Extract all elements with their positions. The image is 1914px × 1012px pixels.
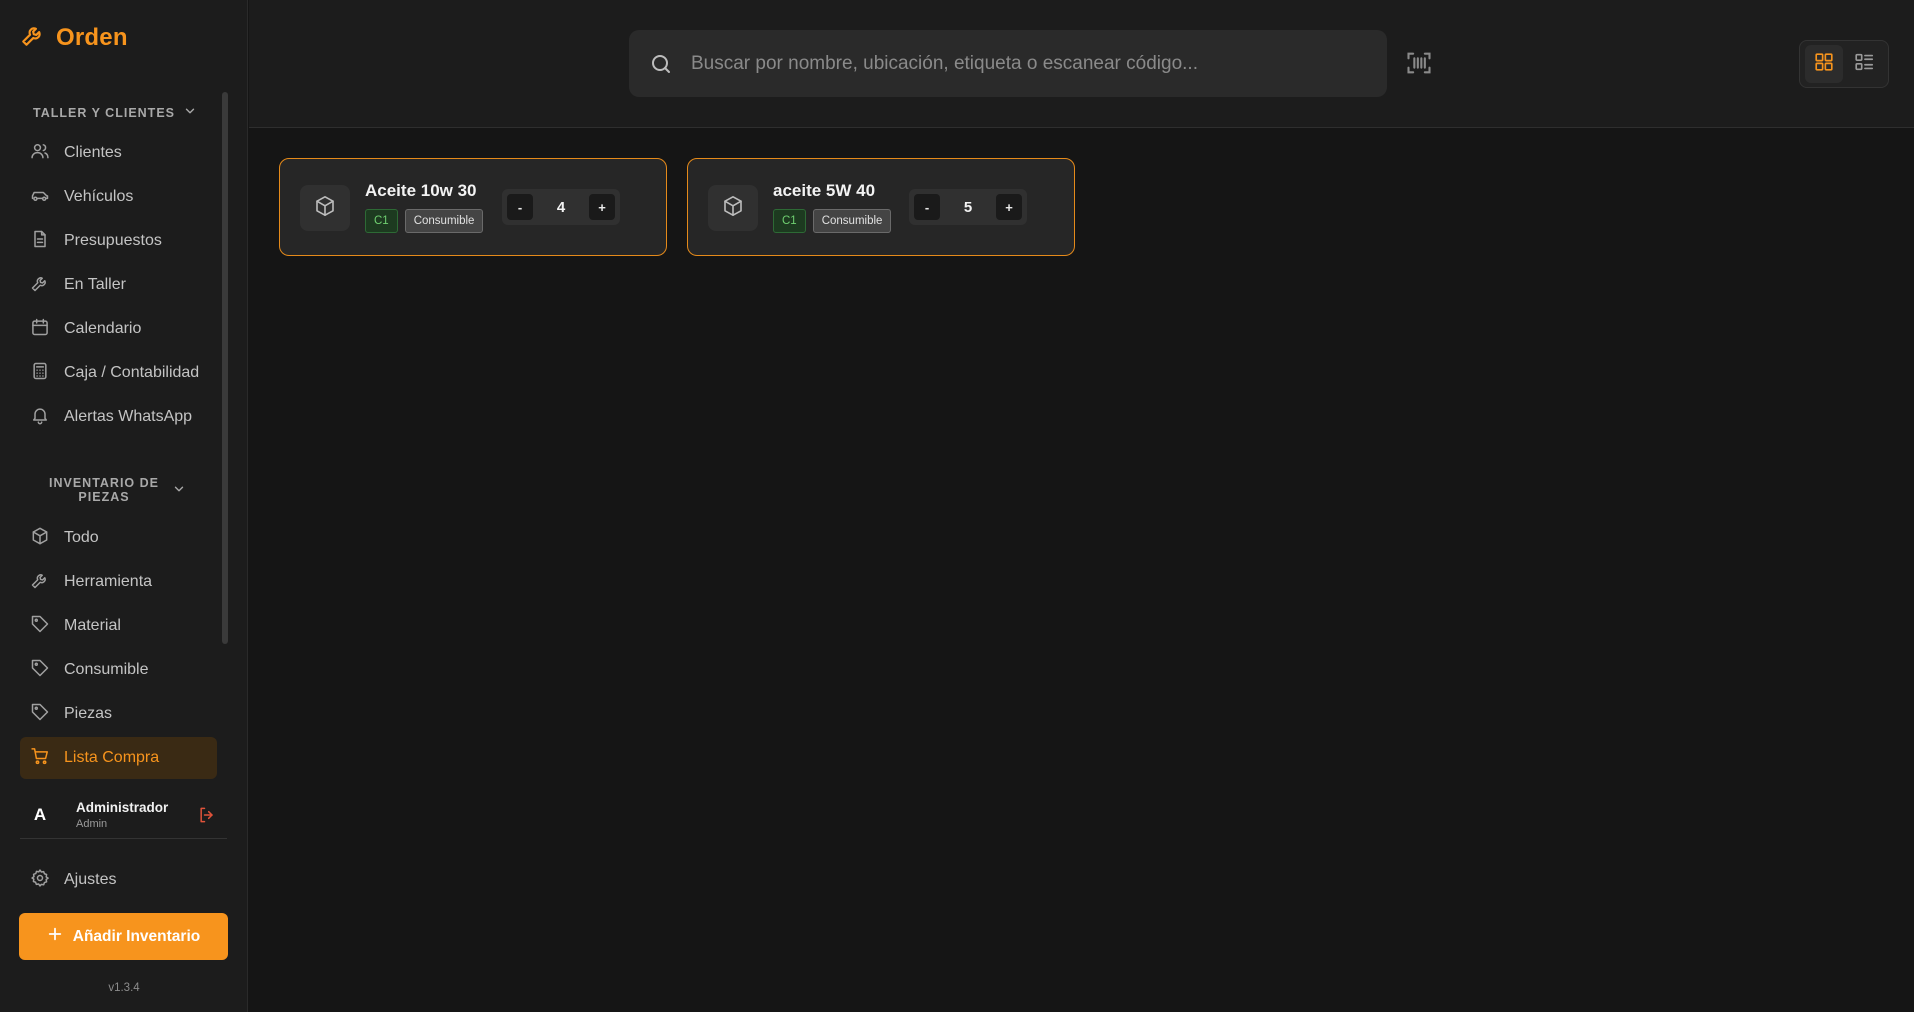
- sidebar-item-label: Calendario: [64, 320, 142, 337]
- sidebar-item-consumible[interactable]: Consumible: [20, 649, 217, 691]
- avatar: A: [33, 805, 47, 824]
- search-icon: [649, 52, 673, 76]
- sidebar-item-label: Vehículos: [64, 188, 134, 205]
- sidebar-item-herramienta[interactable]: Herramienta: [20, 561, 217, 603]
- increment-button[interactable]: +: [589, 194, 615, 220]
- logout-icon[interactable]: [197, 805, 217, 825]
- wrench-icon: [30, 570, 50, 595]
- tag-icon: [30, 658, 50, 683]
- quantity-stepper: - 4 +: [502, 189, 620, 225]
- item-name: aceite 5W 40: [773, 181, 876, 200]
- search-bar[interactable]: [629, 30, 1387, 97]
- sidebar-item-presupuestos[interactable]: Presupuestos: [20, 220, 217, 262]
- quantity-stepper: - 5 +: [909, 189, 1027, 225]
- sidebar-item-calendario[interactable]: Calendario: [20, 308, 217, 350]
- sidebar-item-label: Consumible: [64, 661, 149, 678]
- sidebar-item-alertas[interactable]: Alertas WhatsApp: [20, 396, 217, 438]
- brand[interactable]: Orden: [20, 22, 128, 53]
- box-icon: [313, 194, 337, 223]
- user-profile: A Administrador Admin: [20, 792, 227, 838]
- sidebar-item-clientes[interactable]: Clientes: [20, 132, 217, 174]
- brand-title: Orden: [56, 23, 128, 51]
- inventory-card[interactable]: aceite 5W 40 C1 Consumible - 5 +: [687, 158, 1075, 256]
- sidebar-item-label: Piezas: [64, 705, 113, 722]
- item-thumbnail: [708, 185, 758, 231]
- sidebar-item-label: Lista Compra: [64, 749, 160, 766]
- view-toggle: [1799, 40, 1889, 88]
- sidebar-item-label: Material: [64, 617, 121, 634]
- user-name: Administrador: [76, 800, 169, 815]
- sidebar-scrollbar[interactable]: [222, 92, 228, 644]
- item-name: Aceite 10w 30: [365, 181, 477, 200]
- tag-icon: [30, 614, 50, 639]
- sidebar-item-caja[interactable]: Caja / Contabilidad: [20, 352, 217, 394]
- calendar-icon: [30, 317, 50, 342]
- add-inventory-label: Añadir Inventario: [72, 927, 201, 945]
- chevron-down-icon: [183, 104, 197, 121]
- sidebar-item-vehiculos[interactable]: Vehículos: [20, 176, 217, 218]
- section-header-taller[interactable]: TALLER Y CLIENTES: [30, 104, 200, 121]
- wrench-icon: [20, 22, 46, 53]
- box-icon: [721, 194, 745, 223]
- item-thumbnail: [300, 185, 350, 231]
- gear-icon: [30, 868, 50, 893]
- plus-icon: [47, 926, 63, 947]
- sidebar-item-label: Caja / Contabilidad: [64, 364, 200, 381]
- sidebar-item-label: En Taller: [64, 276, 126, 293]
- quantity-value: 4: [556, 198, 566, 216]
- sidebar-item-piezas[interactable]: Piezas: [20, 693, 217, 735]
- search-input[interactable]: [691, 30, 1371, 97]
- top-header: [249, 0, 1914, 128]
- sidebar-divider: [20, 838, 227, 839]
- section-header-inventario[interactable]: INVENTARIO DE PIEZAS: [30, 476, 200, 504]
- sidebar-item-label: Todo: [64, 529, 99, 546]
- increment-button[interactable]: +: [996, 194, 1022, 220]
- decrement-button[interactable]: -: [507, 194, 533, 220]
- decrement-button[interactable]: -: [914, 194, 940, 220]
- list-icon: [1853, 51, 1875, 78]
- sidebar-item-en-taller[interactable]: En Taller: [20, 264, 217, 306]
- box-icon: [30, 526, 50, 551]
- cart-icon: [30, 746, 50, 771]
- list-view-button[interactable]: [1845, 45, 1883, 83]
- barcode-scan-icon[interactable]: [1405, 49, 1433, 77]
- category-badge: Consumible: [812, 209, 892, 233]
- users-icon: [30, 141, 50, 166]
- add-inventory-button[interactable]: Añadir Inventario: [19, 913, 228, 960]
- sidebar-item-label: Ajustes: [64, 871, 117, 888]
- wrench-icon: [30, 273, 50, 298]
- section-label: TALLER Y CLIENTES: [32, 105, 175, 120]
- user-role: Admin: [76, 818, 108, 830]
- sidebar-item-material[interactable]: Material: [20, 605, 217, 647]
- sidebar-item-ajustes[interactable]: Ajustes: [20, 859, 217, 901]
- grid-icon: [1813, 51, 1835, 78]
- location-badge: C1: [773, 209, 806, 233]
- sidebar-item-label: Alertas WhatsApp: [64, 408, 193, 425]
- calculator-icon: [30, 361, 50, 386]
- category-badge: Consumible: [404, 209, 484, 233]
- sidebar-item-label: Clientes: [64, 144, 122, 161]
- location-badge: C1: [365, 209, 398, 233]
- sidebar-item-todo[interactable]: Todo: [20, 517, 217, 559]
- quantity-value: 5: [963, 198, 973, 216]
- chevron-down-icon: [172, 482, 186, 499]
- tag-icon: [30, 702, 50, 727]
- inventory-card[interactable]: Aceite 10w 30 C1 Consumible - 4 +: [279, 158, 667, 256]
- grid-view-button[interactable]: [1805, 45, 1843, 83]
- section-label: INVENTARIO DE PIEZAS: [49, 476, 159, 504]
- sidebar-item-label: Herramienta: [64, 573, 153, 590]
- bell-icon: [30, 405, 50, 430]
- car-icon: [30, 185, 50, 210]
- sidebar: Orden TALLER Y CLIENTES Clientes Vehícul…: [0, 0, 248, 1012]
- app-version: v1.3.4: [108, 982, 140, 994]
- sidebar-item-lista-compra[interactable]: Lista Compra: [20, 737, 217, 779]
- sidebar-item-label: Presupuestos: [64, 232, 162, 249]
- document-icon: [30, 229, 50, 254]
